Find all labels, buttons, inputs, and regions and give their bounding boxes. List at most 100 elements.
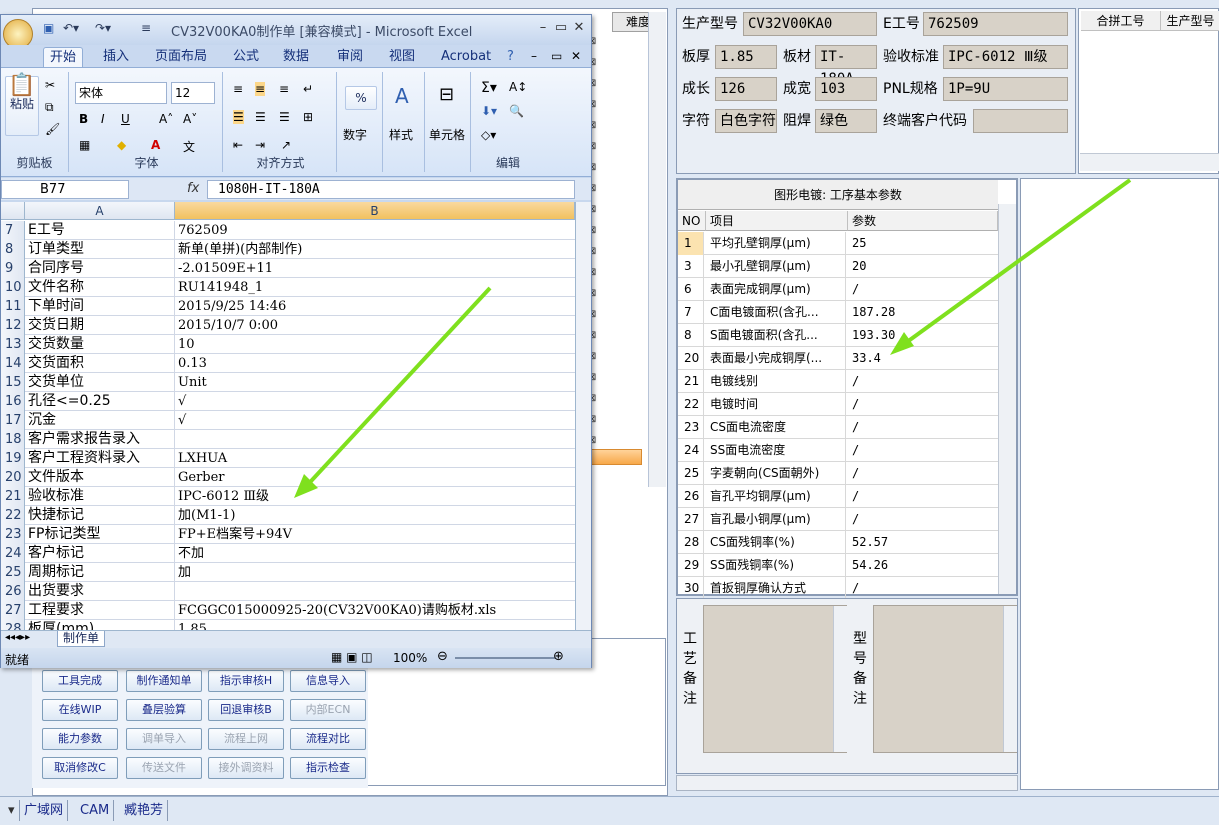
column-header-b[interactable]: B	[175, 202, 575, 220]
action-button[interactable]: 信息导入	[290, 670, 366, 692]
cell-a[interactable]: 孔径<=0.25	[25, 392, 175, 411]
row-number[interactable]: 20	[1, 468, 25, 487]
action-button[interactable]: 指示审核H	[208, 670, 284, 692]
cell-a[interactable]: 出货要求	[25, 582, 175, 601]
sheet-row[interactable]: 26 出货要求	[1, 582, 575, 601]
row-number[interactable]: 18	[1, 430, 25, 449]
cell-b[interactable]: 1.85	[175, 620, 575, 630]
row-number[interactable]: 13	[1, 335, 25, 354]
merge-grid-hscrollbar[interactable]	[1080, 153, 1219, 171]
row-number[interactable]: 8	[1, 240, 25, 259]
tab-insert[interactable]: 插入	[97, 47, 135, 67]
param-value-header[interactable]: 参数	[848, 211, 998, 231]
action-button[interactable]: 工具完成	[42, 670, 118, 692]
worksheet-grid[interactable]: A B 7 E工号 762509 8 订单类型 新单(单拼)(内部制作) 9 合同序号 -2.0…	[1, 202, 575, 630]
param-row[interactable]: 24 SS面电流密度 /	[678, 439, 998, 462]
param-row[interactable]: 20 表面最小完成铜厚(... 33.4	[678, 347, 998, 370]
action-button[interactable]: 指示检查	[290, 757, 366, 779]
param-row[interactable]: 8 S面电镀面积(含孔... 193.30	[678, 324, 998, 347]
font-size-select[interactable]: 12	[171, 82, 215, 104]
row-number[interactable]: 19	[1, 449, 25, 468]
width-field[interactable]: 103	[815, 77, 877, 101]
save-icon[interactable]: ▣	[43, 21, 54, 35]
sheet-row[interactable]: 25 周期标记加	[1, 563, 575, 582]
zoom-in-icon[interactable]: ⊕	[553, 649, 564, 664]
font-color-icon[interactable]: A	[151, 138, 160, 152]
row-number[interactable]: 16	[1, 392, 25, 411]
bold-icon[interactable]: B	[79, 112, 88, 126]
font-name-select[interactable]: 宋体	[75, 82, 167, 104]
align-middle-icon[interactable]: ≡	[255, 82, 266, 96]
cell-a[interactable]: 合同序号	[25, 259, 175, 278]
length-field[interactable]: 126	[715, 77, 777, 101]
param-row[interactable]: 27 盲孔最小铜厚(μm) /	[678, 508, 998, 531]
row-number[interactable]: 24	[1, 544, 25, 563]
cell-a[interactable]: 工程要求	[25, 601, 175, 620]
decrease-indent-icon[interactable]: ⇤	[233, 138, 243, 152]
fx-icon[interactable]: fx	[187, 181, 199, 196]
ribbon-restore-icon[interactable]: ▭	[551, 49, 562, 63]
sheet-row[interactable]: 27 工程要求 FCGGC015000925-20(CV32V00KA0)请购板材.…	[1, 601, 575, 620]
cell-a[interactable]: 验收标准	[25, 487, 175, 506]
cell-b[interactable]: 不加	[175, 544, 575, 563]
styles-icon[interactable]: A	[395, 84, 409, 108]
row-number[interactable]: 28	[1, 620, 25, 630]
thickness-field[interactable]: 1.85	[715, 45, 777, 69]
sheet-row[interactable]: 23 FP标记类型 FP+E档案号+94V	[1, 525, 575, 544]
cell-b[interactable]: 2015/9/25 14:46	[175, 297, 575, 316]
sheet-row[interactable]: 24 客户标记 不加	[1, 544, 575, 563]
material-field[interactable]: IT-180A	[815, 45, 877, 87]
ribbon-close-icon[interactable]: ✕	[571, 49, 581, 63]
sheet-row[interactable]: 7 E工号 762509	[1, 221, 575, 240]
param-row[interactable]: 21 电镀线别 /	[678, 370, 998, 393]
cell-b[interactable]: 762509	[175, 221, 575, 240]
param-grid-scrollbar[interactable]	[998, 204, 1016, 594]
zoom-level[interactable]: 100%	[393, 651, 427, 665]
tab-acrobat[interactable]: Acrobat	[435, 47, 497, 67]
sheet-tab-make[interactable]: 制作单	[57, 631, 105, 647]
cells-label[interactable]: 单元格	[429, 126, 465, 143]
styles-label[interactable]: 样式	[389, 126, 413, 143]
sheet-row[interactable]: 16 孔径<=0.25 √	[1, 392, 575, 411]
fill-color-icon[interactable]: ◆	[117, 138, 126, 152]
prod-model-field[interactable]: CV32V00KA0	[743, 12, 877, 36]
orientation-icon[interactable]: ↗	[281, 138, 291, 152]
cell-a[interactable]: 订单类型	[25, 240, 175, 259]
action-button[interactable]: 内部ECN	[290, 699, 366, 721]
model-notes-scrollbar[interactable]	[1003, 606, 1017, 752]
param-row[interactable]: 3 最小孔壁铜厚(μm) 20	[678, 255, 998, 278]
cell-b[interactable]: Gerber	[175, 468, 575, 487]
process-notes-scrollbar[interactable]	[833, 606, 847, 752]
shrink-font-icon[interactable]: A˅	[183, 112, 197, 126]
restore-icon[interactable]: ▭	[551, 19, 571, 37]
param-row[interactable]: 7 C面电镀面积(含孔... 187.28	[678, 301, 998, 324]
param-row[interactable]: 26 盲孔平均铜厚(μm) /	[678, 485, 998, 508]
action-button[interactable]: 调单导入	[126, 728, 202, 750]
cut-icon[interactable]: ✂	[45, 78, 55, 92]
char-field[interactable]: 白色字符	[715, 109, 777, 133]
cell-a[interactable]: FP标记类型	[25, 525, 175, 544]
cell-b[interactable]: 加(M1-1)	[175, 506, 575, 525]
cell-b[interactable]: -2.01509E+11	[175, 259, 575, 278]
action-button[interactable]: 取消修改C	[42, 757, 118, 779]
action-button[interactable]: 能力参数	[42, 728, 118, 750]
select-all-corner[interactable]	[1, 202, 25, 220]
cell-a[interactable]: E工号	[25, 221, 175, 240]
sheet-row[interactable]: 11 下单时间 2015/9/25 14:46	[1, 297, 575, 316]
sheet-row[interactable]: 14 交货面积 0.13	[1, 354, 575, 373]
minimize-icon[interactable]: –	[533, 19, 553, 37]
cell-b[interactable]: FP+E档案号+94V	[175, 525, 575, 544]
sheet-row[interactable]: 20 文件版本 Gerber	[1, 468, 575, 487]
row-number[interactable]: 10	[1, 278, 25, 297]
zoom-slider[interactable]	[455, 657, 555, 659]
excel-titlebar[interactable]: ▣ ↶▾ ↷▾ ≡ CV32V00KA0制作单 [兼容模式] - Microso…	[1, 15, 591, 49]
cell-b[interactable]: 0.13	[175, 354, 575, 373]
merge-model-header[interactable]: 生产型号	[1161, 11, 1219, 31]
row-number[interactable]: 15	[1, 373, 25, 392]
param-row[interactable]: 25 字麦朝向(CS面朝外) /	[678, 462, 998, 485]
action-button[interactable]: 流程上网	[208, 728, 284, 750]
format-painter-icon[interactable]: 🖌	[45, 122, 60, 136]
row-number[interactable]: 9	[1, 259, 25, 278]
cell-b[interactable]: 10	[175, 335, 575, 354]
sheet-row[interactable]: 22 快捷标记 加(M1-1)	[1, 506, 575, 525]
